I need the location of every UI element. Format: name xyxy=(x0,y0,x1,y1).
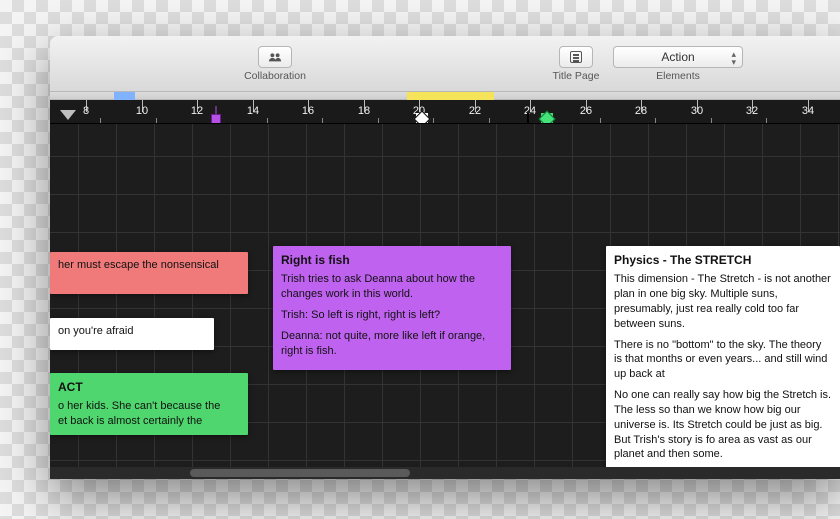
marker-diamond-white[interactable] xyxy=(416,113,428,124)
card-pink[interactable]: her must escape the nonsensical xyxy=(50,252,248,294)
corkboard-canvas[interactable]: her must escape the nonsensical on you'r… xyxy=(50,124,840,479)
card-purple[interactable]: Right is fish Trish tries to ask Deanna … xyxy=(273,246,511,370)
scrollbar-thumb[interactable] xyxy=(190,469,410,477)
elements-popup[interactable]: Action ▴▾ xyxy=(613,46,743,68)
elements-group: Action ▴▾ Elements xyxy=(608,46,748,82)
card-green[interactable]: ACT o her kids. She can't because the et… xyxy=(50,373,248,435)
card-text: o her kids. She can't because the et bac… xyxy=(58,400,220,427)
toolbar: Collaboration Title Page Action ▴▾ Eleme… xyxy=(50,36,840,92)
card-text: on you're afraid xyxy=(58,325,133,337)
ruler-tick: 28 xyxy=(635,105,647,117)
collaboration-group: Collaboration xyxy=(230,46,320,82)
timeline-ruler[interactable]: 8 10 12 14 16 18 20 22 24 26 28 30 32 34 xyxy=(50,100,840,124)
ruler-tick: 18 xyxy=(358,105,370,117)
collaboration-button[interactable] xyxy=(258,46,292,68)
ruler-tick: 26 xyxy=(580,105,592,117)
ruler-tick: 10 xyxy=(136,105,148,117)
titlepage-button[interactable] xyxy=(559,46,593,68)
elements-label: Elements xyxy=(608,70,748,82)
elements-selected: Action xyxy=(661,50,694,64)
highlight-segment-blue xyxy=(114,92,135,100)
card-text: her must escape the nonsensical xyxy=(58,259,219,271)
highlight-segment-yellow xyxy=(407,92,494,100)
ruler-highlight-bar xyxy=(50,92,840,100)
horizontal-scrollbar[interactable] xyxy=(50,467,840,479)
card-text: Trish: So left is right, right is left? xyxy=(281,308,503,323)
collaboration-label: Collaboration xyxy=(230,70,320,82)
app-window: Collaboration Title Page Action ▴▾ Eleme… xyxy=(50,36,840,479)
ruler-tick: 8 xyxy=(83,105,89,117)
ruler-tick: 22 xyxy=(469,105,481,117)
chevron-updown-icon: ▴▾ xyxy=(731,50,736,66)
ruler-tick: 32 xyxy=(746,105,758,117)
card-title: Physics - The STRETCH xyxy=(614,252,832,268)
titlepage-label: Title Page xyxy=(548,70,604,82)
card-title: Right is fish xyxy=(281,252,503,268)
card-white-small[interactable]: on you're afraid xyxy=(50,318,214,350)
card-title: ACT xyxy=(58,379,240,395)
card-text: No one can really say how big the Stretc… xyxy=(614,388,832,462)
marker-square-white[interactable] xyxy=(527,114,537,124)
ruler-tick: 34 xyxy=(802,105,814,117)
card-text: Trish tries to ask Deanna about how the … xyxy=(281,272,503,302)
ruler-tick: 30 xyxy=(691,105,703,117)
page-icon xyxy=(570,51,582,63)
card-text: This dimension - The Stretch - is not an… xyxy=(614,272,832,331)
ruler-tick: 12 xyxy=(191,105,203,117)
ruler-tick: 16 xyxy=(302,105,314,117)
card-physics[interactable]: Physics - The STRETCH This dimension - T… xyxy=(606,246,840,474)
marker-diamond-green[interactable] xyxy=(541,113,553,124)
titlepage-group: Title Page xyxy=(548,46,604,82)
card-text: There is no "bottom" to the sky. The the… xyxy=(614,338,832,383)
people-icon xyxy=(268,52,282,62)
ruler-tick: 14 xyxy=(247,105,259,117)
card-text: Deanna: not quite, more like left if ora… xyxy=(281,329,503,359)
